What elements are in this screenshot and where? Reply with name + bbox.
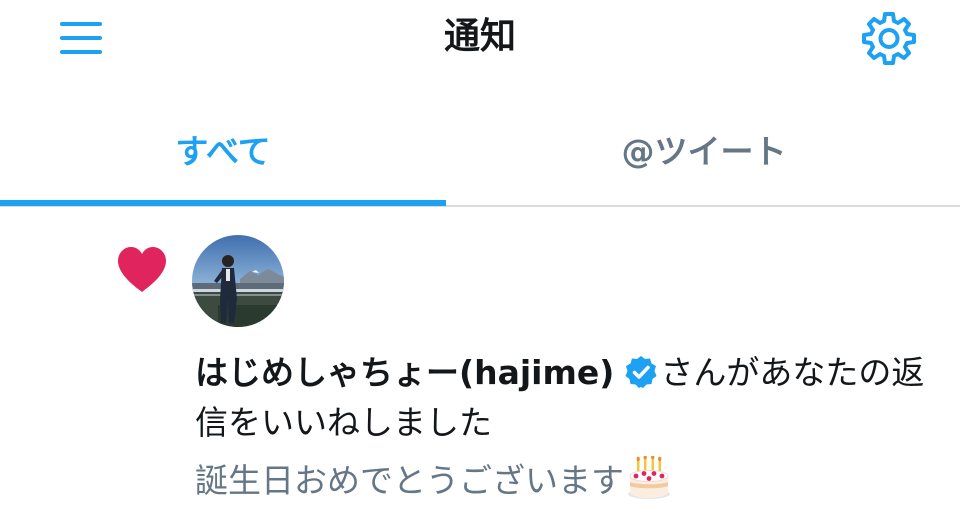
header: 通知 [0,0,960,90]
menu-bar [60,36,102,40]
tab-all-label: すべて [175,132,271,171]
menu-bar [60,50,102,54]
notifications-screen: 通知 すべて @ツイート はじめしゃちょー(hajime) さんがあなたの返信を… [0,0,960,524]
tab-all[interactable]: すべて [0,96,446,202]
notification-text: はじめしゃちょー(hajime) さんがあなたの返信をいいねしました [195,348,925,448]
page-title: 通知 [443,16,516,57]
birthday-cake-icon [626,455,672,500]
liked-tweet-text[interactable]: 誕生日おめでとうございます [195,455,925,506]
active-tab-indicator [0,200,446,206]
avatar[interactable] [192,235,284,327]
heart-icon [114,244,170,296]
menu-bar [60,22,102,26]
gear-icon[interactable] [858,7,920,69]
tweet-text: 誕生日おめでとうございます [195,461,624,500]
hamburger-menu-icon[interactable] [58,16,106,60]
notification-item[interactable]: はじめしゃちょー(hajime) さんがあなたの返信をいいねしました 誕生日おめ… [0,210,960,524]
tab-mentions-label: @ツイート [621,132,787,171]
tab-mentions[interactable]: @ツイート [478,96,930,202]
verified-badge-icon [624,353,658,388]
user-name[interactable]: はじめしゃちょー(hajime) [195,353,614,392]
tab-bar: すべて @ツイート [0,96,960,206]
